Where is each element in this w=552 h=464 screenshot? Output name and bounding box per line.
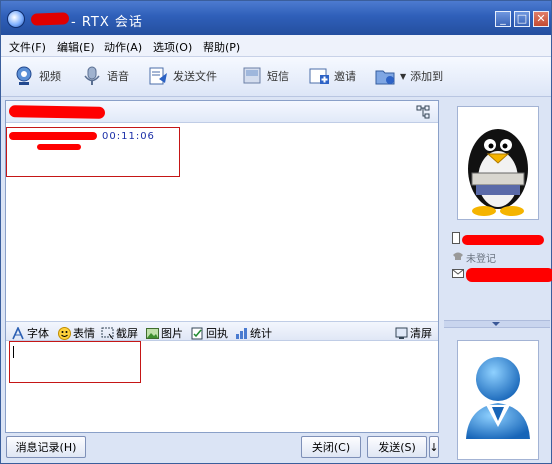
contact-avatar[interactable] [457, 106, 539, 220]
stats-button[interactable]: 统计 [235, 325, 272, 341]
menu-edit[interactable]: 编辑(E) [57, 39, 95, 55]
screenshot-button[interactable]: 截屏 [101, 325, 138, 341]
mobile-phone-icon [452, 232, 460, 247]
contact-phone-row: 未登记 [452, 250, 496, 265]
redacted-sender [9, 132, 97, 140]
sms-button[interactable]: 短信 [241, 63, 289, 89]
rtx-app-icon[interactable] [7, 10, 25, 28]
message-history[interactable]: 00:11:06 [6, 123, 438, 321]
message-entry: 00:11:06 [6, 127, 180, 177]
message-input[interactable] [6, 341, 438, 432]
conversation-pane: 00:11:06 字体 表情 截屏 图片 回执 统计 清屏 [5, 100, 439, 433]
send-file-label: 发送文件 [173, 70, 217, 83]
send-button[interactable]: 发送(S) [367, 436, 427, 458]
telephone-icon [452, 251, 464, 264]
emoji-label: 表情 [73, 327, 95, 340]
send-file-icon [147, 65, 169, 87]
add-to-button[interactable]: ▼ 添加到 [374, 63, 443, 89]
format-toolbar: 字体 表情 截屏 图片 回执 统计 清屏 [6, 321, 438, 341]
conversation-header [6, 101, 438, 123]
invite-button[interactable]: 邀请 [308, 63, 356, 89]
voice-button[interactable]: 语音 [81, 63, 129, 89]
screenshot-icon [101, 327, 114, 340]
redacted-mobile [462, 234, 544, 245]
menu-options[interactable]: 选项(O) [153, 39, 192, 55]
minimize-button[interactable]: _ [495, 11, 511, 27]
smiley-icon [58, 326, 71, 340]
invite-label: 邀请 [334, 70, 356, 83]
redacted-text [37, 144, 81, 150]
close-window-button[interactable]: ✕ [533, 11, 549, 27]
send-options-button[interactable]: ↓ [429, 436, 439, 458]
font-button[interactable]: 字体 [12, 325, 49, 341]
emoji-button[interactable]: 表情 [58, 325, 95, 341]
font-icon [12, 325, 25, 340]
video-button[interactable]: 视频 [13, 63, 61, 89]
text-caret [13, 346, 14, 358]
rtx-chat-window: - RTX 会话 _ □ ✕ 文件(F) 编辑(E) 动作(A) 选项(O) 帮… [0, 0, 552, 464]
window-title: - RTX 会话 [71, 15, 143, 30]
collapse-arrow-icon[interactable] [492, 322, 500, 326]
send-file-button[interactable]: 发送文件 [147, 63, 217, 89]
clear-screen-label: 清屏 [410, 327, 432, 340]
envelope-icon [452, 269, 464, 281]
stats-icon [235, 327, 248, 340]
screenshot-label: 截屏 [116, 327, 138, 340]
contact-mobile-row [452, 232, 544, 247]
message-timestamp: 00:11:06 [102, 131, 155, 142]
picture-label: 图片 [161, 327, 183, 340]
voice-label: 语音 [107, 70, 129, 83]
video-label: 视频 [39, 70, 61, 83]
sms-icon [241, 65, 263, 87]
picture-icon [146, 327, 159, 340]
menu-file[interactable]: 文件(F) [9, 39, 46, 55]
menu-help[interactable]: 帮助(P) [203, 39, 240, 55]
contact-email-row [452, 268, 552, 282]
self-avatar[interactable] [457, 340, 539, 460]
folder-add-icon [374, 65, 396, 87]
title-bar[interactable]: - RTX 会话 _ □ ✕ [1, 1, 551, 35]
close-button[interactable]: 关闭(C) [301, 436, 361, 458]
dropdown-arrow-icon: ▼ [400, 71, 407, 81]
pane-splitter[interactable] [444, 320, 550, 328]
maximize-button[interactable]: □ [514, 11, 530, 27]
redacted-email [466, 268, 552, 282]
toolbar: 视频 语音 发送文件 短信 邀请 ▼ 添加到 [1, 57, 551, 97]
phone-status: 未登记 [466, 254, 496, 265]
sms-label: 短信 [267, 70, 289, 83]
add-to-label: 添加到 [410, 70, 444, 83]
receipt-label: 回执 [206, 327, 228, 340]
contact-pane: 未登记 [444, 100, 552, 463]
clear-screen-icon [395, 327, 408, 340]
picture-button[interactable]: 图片 [146, 325, 183, 341]
receipt-icon [191, 327, 204, 340]
org-tree-icon[interactable] [416, 105, 430, 119]
menu-action[interactable]: 动作(A) [104, 39, 142, 55]
menu-bar: 文件(F) 编辑(E) 动作(A) 选项(O) 帮助(P) [1, 35, 551, 57]
clear-screen-button[interactable]: 清屏 [395, 325, 432, 341]
redacted-contact-name [30, 12, 70, 26]
stats-label: 统计 [250, 327, 272, 340]
message-history-button[interactable]: 消息记录(H) [6, 436, 86, 458]
microphone-icon [81, 65, 103, 87]
invite-icon [308, 65, 330, 87]
font-label: 字体 [27, 327, 49, 340]
redacted-contact-name [8, 105, 106, 119]
input-highlight-box [9, 341, 141, 383]
webcam-icon [13, 65, 35, 87]
receipt-button[interactable]: 回执 [191, 325, 228, 341]
